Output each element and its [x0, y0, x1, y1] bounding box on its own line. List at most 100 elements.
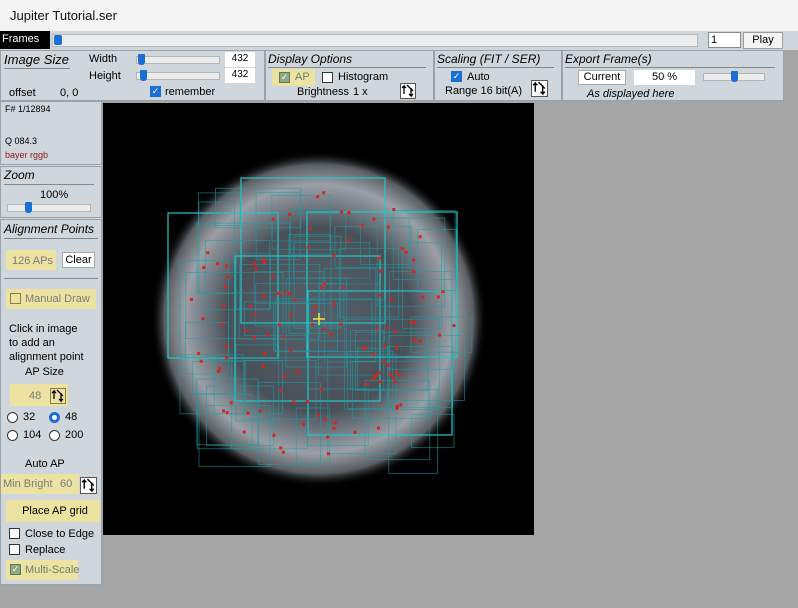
- alignment-point[interactable]: [347, 211, 351, 214]
- export-current-button[interactable]: Current: [578, 70, 626, 85]
- min-bright-stepper-icon[interactable]: [80, 477, 97, 494]
- alignment-point[interactable]: [293, 298, 297, 302]
- alignment-point[interactable]: [360, 223, 364, 227]
- alignment-point[interactable]: [353, 430, 357, 434]
- alignment-point[interactable]: [326, 452, 330, 456]
- clear-aps-button[interactable]: Clear: [62, 252, 95, 268]
- alignment-point[interactable]: [189, 298, 193, 301]
- alignment-point[interactable]: [400, 247, 404, 251]
- ap-size-radio-32[interactable]: [7, 412, 18, 423]
- alignment-point[interactable]: [377, 256, 381, 260]
- zoom-slider-thumb[interactable]: [25, 202, 32, 213]
- alignment-point[interactable]: [262, 294, 266, 298]
- alignment-point[interactable]: [253, 335, 256, 339]
- ap-checkbox[interactable]: ✓: [279, 72, 290, 83]
- alignment-point[interactable]: [382, 360, 386, 364]
- alignment-point[interactable]: [261, 364, 265, 368]
- jupiter-image[interactable]: [103, 103, 534, 535]
- alignment-point[interactable]: [312, 311, 316, 315]
- alignment-point[interactable]: [272, 433, 276, 437]
- alignment-point[interactable]: [377, 426, 380, 430]
- alignment-point[interactable]: [225, 411, 229, 415]
- width-slider[interactable]: [136, 56, 220, 64]
- alignment-point[interactable]: [376, 327, 380, 331]
- alignment-point[interactable]: [292, 400, 296, 404]
- alignment-point[interactable]: [220, 323, 224, 327]
- alignment-point[interactable]: [332, 254, 336, 258]
- alignment-point[interactable]: [436, 295, 440, 299]
- alignment-point[interactable]: [418, 235, 422, 239]
- alignment-point[interactable]: [399, 403, 403, 407]
- alignment-point[interactable]: [383, 344, 387, 348]
- alignment-point[interactable]: [363, 346, 367, 350]
- alignment-point[interactable]: [409, 321, 413, 324]
- alignment-point[interactable]: [206, 251, 210, 255]
- auto-scaling-checkbox[interactable]: ✓: [451, 71, 462, 82]
- alignment-point[interactable]: [270, 274, 274, 278]
- ap-size-radio-104[interactable]: [7, 430, 18, 441]
- alignment-point[interactable]: [216, 262, 220, 266]
- alignment-point[interactable]: [201, 317, 205, 321]
- alignment-point[interactable]: [271, 217, 275, 221]
- alignment-point[interactable]: [197, 351, 201, 355]
- alignment-point[interactable]: [222, 304, 226, 308]
- alignment-point[interactable]: [316, 413, 320, 417]
- height-slider-thumb[interactable]: [140, 70, 147, 81]
- frame-slider-thumb[interactable]: [54, 35, 62, 45]
- alignment-point[interactable]: [393, 330, 397, 334]
- alignment-point[interactable]: [252, 262, 256, 266]
- alignment-point[interactable]: [389, 297, 393, 301]
- remember-checkbox[interactable]: ✓: [150, 86, 161, 97]
- alignment-point[interactable]: [223, 285, 227, 289]
- height-value[interactable]: 432: [225, 68, 255, 83]
- alignment-point[interactable]: [289, 313, 292, 317]
- alignment-point[interactable]: [398, 373, 402, 377]
- frame-slider[interactable]: [52, 34, 698, 47]
- ap-size-radio-48[interactable]: [49, 412, 60, 423]
- alignment-point[interactable]: [372, 217, 376, 221]
- alignment-point[interactable]: [320, 286, 324, 290]
- alignment-point[interactable]: [289, 348, 293, 352]
- manual-draw-checkbox[interactable]: [10, 293, 21, 304]
- alignment-point[interactable]: [246, 411, 250, 415]
- alignment-point[interactable]: [339, 322, 343, 326]
- alignment-point[interactable]: [295, 369, 299, 373]
- alignment-point[interactable]: [332, 427, 336, 431]
- alignment-point[interactable]: [323, 418, 327, 422]
- alignment-point[interactable]: [441, 290, 445, 294]
- alignment-point[interactable]: [254, 267, 258, 271]
- alignment-point[interactable]: [412, 258, 416, 262]
- alignment-point[interactable]: [395, 346, 398, 350]
- alignment-point[interactable]: [412, 270, 416, 273]
- frame-number-input[interactable]: 1: [708, 32, 741, 48]
- alignment-point[interactable]: [322, 327, 326, 331]
- alignment-point[interactable]: [332, 302, 336, 306]
- alignment-point[interactable]: [341, 286, 345, 290]
- alignment-point[interactable]: [386, 363, 390, 367]
- alignment-point[interactable]: [262, 260, 266, 264]
- range-stepper-icon[interactable]: [531, 80, 548, 97]
- alignment-point[interactable]: [253, 312, 257, 316]
- alignment-point[interactable]: [222, 409, 225, 413]
- alignment-point[interactable]: [229, 401, 233, 405]
- alignment-point[interactable]: [225, 356, 229, 359]
- ap-size-radio-200[interactable]: [49, 430, 60, 441]
- alignment-point[interactable]: [393, 380, 397, 384]
- export-scale-thumb[interactable]: [731, 71, 738, 82]
- alignment-point[interactable]: [379, 380, 383, 384]
- alignment-point[interactable]: [322, 191, 326, 195]
- alignment-point[interactable]: [244, 329, 248, 333]
- alignment-point[interactable]: [302, 422, 305, 426]
- alignment-point[interactable]: [242, 430, 246, 434]
- zoom-slider[interactable]: [7, 204, 91, 212]
- alignment-point[interactable]: [379, 269, 383, 273]
- alignment-point[interactable]: [316, 195, 320, 199]
- brightness-stepper-icon[interactable]: [400, 83, 416, 99]
- alignment-point[interactable]: [225, 264, 228, 268]
- alignment-point[interactable]: [311, 323, 315, 327]
- place-ap-grid-button[interactable]: Place AP grid: [15, 503, 95, 519]
- alignment-point[interactable]: [288, 212, 292, 216]
- histogram-checkbox[interactable]: [322, 72, 333, 83]
- alignment-point[interactable]: [333, 421, 337, 425]
- alignment-point[interactable]: [217, 369, 221, 373]
